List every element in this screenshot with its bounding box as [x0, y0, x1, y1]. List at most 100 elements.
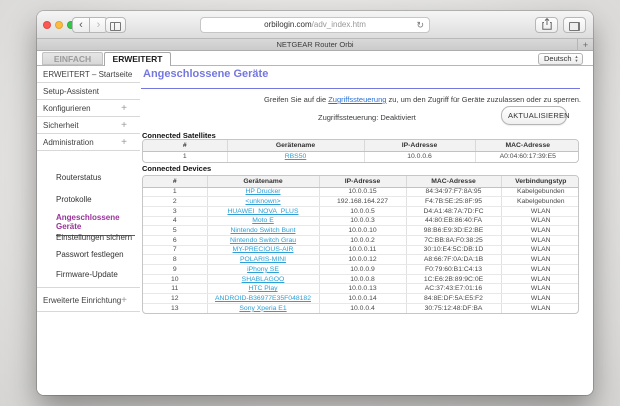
device-connection-type: WLAN — [501, 293, 578, 304]
browser-tab-title[interactable]: NETGEAR Router Orbi — [37, 39, 593, 51]
sidebar-main-items: ERWEITERT – Startseite Setup-Assistent Kon… — [37, 66, 140, 151]
device-ip: 192.168.164.227 — [319, 196, 407, 207]
device-ip: 10.0.0.8 — [319, 274, 407, 285]
device-name-link[interactable]: Sony Xperia E1 — [239, 305, 286, 312]
devices-table: # Gerätename IP-Adresse MAC-Adresse Verbindu… — [142, 175, 579, 314]
sidebar-item-passwort-festlegen[interactable]: Passwort festlegen — [56, 250, 138, 260]
table-row: 11 HTC Play 10.0.0.13 AC:37:43:E7:01:16 WLAN — [143, 283, 578, 295]
device-ip: 10.0.0.12 — [319, 254, 407, 265]
device-name-cell: MY-PRECIOUS-AIR — [207, 245, 320, 256]
sidebar-item-erweiterte-einrichtung[interactable]: Erweiterte Einrichtung + — [37, 287, 140, 312]
device-name-link[interactable]: Nintendo Switch Grau — [230, 237, 296, 244]
table-row: 9 iPhony SE 10.0.0.9 F0:79:60:B1:C4:13 WLAN — [143, 264, 578, 275]
device-ip: 10.0.0.5 — [319, 206, 407, 217]
minimize-window-button[interactable] — [55, 21, 63, 29]
access-control-link[interactable]: Zugriffssteuerung — [328, 95, 386, 104]
satellite-ip: 10.0.0.6 — [364, 151, 476, 162]
show-all-tabs-button[interactable] — [563, 17, 586, 33]
sidebar-item-konfigurieren[interactable]: Konfigurieren + — [37, 100, 140, 117]
device-number: 1 — [143, 187, 208, 198]
sidebar-item-einstellungen-sichern[interactable]: Einstellungen sichern — [56, 233, 138, 243]
table-row: 4 Moto E 10.0.0.3 44:80:EB:86:40:FA WLAN — [143, 216, 578, 227]
device-ip: 10.0.0.3 — [319, 216, 407, 227]
device-name-link[interactable]: MY-PRECIOUS-AIR — [233, 246, 294, 253]
sidebar-item-protokolle[interactable]: Protokolle — [56, 195, 138, 205]
device-name-link[interactable]: SHABLAGOO — [242, 276, 285, 283]
select-arrows-icon: ▲ ▼ — [574, 54, 579, 63]
device-name-link[interactable]: iPhony SE — [247, 266, 279, 273]
tab-einfach[interactable]: EINFACH — [42, 52, 103, 65]
satellite-name-cell: RBS50 — [227, 151, 365, 162]
url-path: /adv_index.htm — [311, 20, 366, 29]
reload-icon[interactable]: ↻ — [416, 18, 424, 32]
note-prefix: Greifen Sie auf die — [264, 95, 329, 104]
sidebar: ERWEITERT – Startseite Setup-Assistent Kon… — [37, 66, 140, 312]
refresh-button[interactable]: AKTUALISIEREN — [501, 106, 570, 125]
device-mac: A8:66:7F:0A:DA:1B — [406, 254, 502, 265]
nav-buttons: ‹ › — [72, 17, 108, 33]
table-row: 7 MY-PRECIOUS-AIR 10.0.0.11 30:10:E4:5C:DB:… — [143, 245, 578, 256]
device-mac: 7C:BB:8A:F0:38:25 — [406, 235, 502, 246]
device-mac: 84:34:97:F7:8A:95 — [406, 187, 502, 198]
column-header-: # — [143, 140, 228, 152]
device-name-link[interactable]: POLARIS-MINI — [240, 256, 286, 263]
sidebar-item-label: Administration — [43, 138, 94, 147]
column-header-mac-adresse: MAC-Adresse — [475, 140, 578, 152]
device-ip: 10.0.0.11 — [319, 245, 407, 256]
satellite-name-link[interactable]: RBS50 — [285, 153, 307, 160]
sidebar-item-routerstatus[interactable]: Routerstatus — [56, 173, 138, 183]
device-name-cell: SHABLAGOO — [207, 274, 320, 285]
device-name-link[interactable]: ANDROID-B36977E35F048182 — [215, 295, 311, 302]
device-name-link[interactable]: HP Drucker — [246, 188, 281, 195]
sidebar-item-erweitert-startseite[interactable]: ERWEITERT – Startseite — [37, 66, 140, 83]
address-bar[interactable]: orbilogin.com/adv_index.htm ↻ — [200, 17, 430, 33]
device-ip: 10.0.0.14 — [319, 293, 407, 304]
column-header-verbindungstyp: Verbindungstyp — [501, 176, 578, 188]
column-header-ger-tename: Gerätename — [227, 140, 365, 152]
device-name-link[interactable]: Moto E — [252, 217, 274, 224]
device-name-link[interactable]: <unknown> — [245, 198, 280, 205]
language-select-value: Deutsch — [544, 54, 572, 63]
satellite-mac: A0:04:60:17:39:E5 — [499, 153, 556, 161]
url-host: orbilogin.com — [264, 20, 312, 29]
table-row: 10 SHABLAGOO 10.0.0.8 1C:E6:2B:89:9C:0E WLAN — [143, 274, 578, 285]
access-control-status: Zugriffssteuerung: Deaktiviert — [318, 113, 416, 122]
device-name-link[interactable]: HUAWEI_NOVA_PLUS — [227, 208, 298, 215]
back-button[interactable]: ‹ — [72, 17, 90, 33]
device-connection-type: Kabelgebunden — [501, 196, 578, 207]
expand-plus-icon[interactable]: + — [121, 288, 127, 313]
device-name-link[interactable]: HTC Play — [248, 285, 277, 292]
device-name-cell: HP Drucker — [207, 187, 320, 198]
device-mac: F4:7B:5E:25:8F:95 — [406, 196, 502, 207]
sidebar-item-sicherheit[interactable]: Sicherheit + — [37, 117, 140, 134]
close-window-button[interactable] — [43, 21, 51, 29]
device-mac: 98:B6:E9:3D:E2:BE — [406, 225, 502, 236]
device-connection-type: WLAN — [501, 264, 578, 275]
browser-toolbar: ‹ › orbilogin.com/adv_index.htm ↻ — [37, 11, 593, 39]
tab-erweitert[interactable]: ERWEITERT — [104, 52, 171, 66]
device-number: 7 — [143, 245, 208, 256]
main-pane: Angeschlossene Geräte Greifen Sie auf di… — [140, 51, 593, 395]
device-connection-type: WLAN — [501, 235, 578, 246]
device-ip: 10.0.0.9 — [319, 264, 407, 275]
device-number: 8 — [143, 254, 208, 265]
satellites-table: # Gerätename IP-Adresse MAC-Adresse 1 RBS50 1… — [142, 139, 579, 163]
column-header-ip-adresse: IP-Adresse — [364, 140, 476, 152]
devices-header-row: # Gerätename IP-Adresse MAC-Adresse Verbindu… — [143, 176, 578, 188]
expand-plus-icon[interactable]: + — [121, 100, 127, 117]
language-select[interactable]: Deutsch ▲ ▼ — [538, 53, 583, 65]
device-mac: AC:37:43:E7:01:16 — [406, 283, 502, 295]
expand-plus-icon[interactable]: + — [121, 134, 127, 151]
sidebar-item-setup-assistent[interactable]: Setup-Assistent — [37, 83, 140, 100]
device-connection-type: WLAN — [530, 304, 551, 312]
expand-plus-icon[interactable]: + — [121, 117, 127, 134]
sidebar-item-firmware-update[interactable]: Firmware-Update — [56, 270, 138, 280]
sidebar-item-administration[interactable]: Administration + — [37, 134, 140, 151]
device-number: 2 — [143, 196, 208, 207]
device-name-link[interactable]: Nintendo Switch Bunt — [231, 227, 296, 234]
device-ip: 10.0.0.10 — [319, 225, 407, 236]
sidebar-toggle-button[interactable] — [105, 17, 126, 33]
device-name-cell: Moto E — [207, 216, 320, 227]
new-tab-button[interactable]: + — [577, 39, 593, 51]
share-button[interactable] — [535, 17, 558, 33]
